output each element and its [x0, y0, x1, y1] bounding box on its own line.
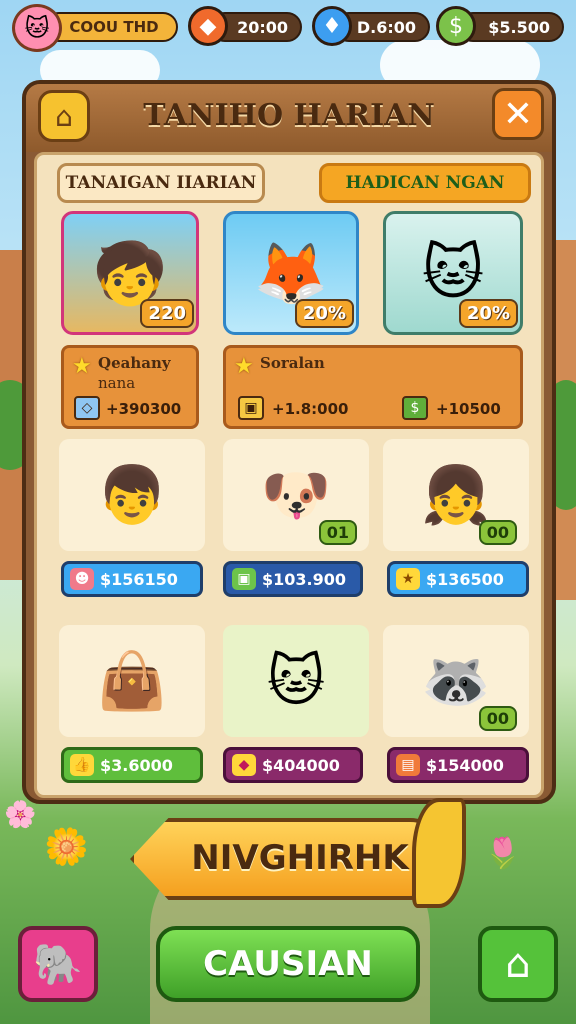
cash-icon: $ — [436, 6, 476, 46]
star-icon: ★ — [234, 354, 254, 379]
face-icon: ☻ — [70, 568, 94, 590]
panel-body: TANAIGAN IIARIAN HADICAN NGAN 🧒 220 🦊 20… — [34, 152, 544, 798]
fire-gem-icon: ◆ — [188, 6, 228, 46]
flower-icon: 🌼 — [44, 827, 89, 868]
coin-badge: 00 — [478, 520, 517, 545]
item-card-dog[interactable]: 🐶 01 — [223, 439, 369, 551]
top-bar: 🐱 COOU THD ◆ 20:00 ♦ D.6:00 $ $5.500 — [0, 0, 576, 56]
coin-badge: 00 — [478, 706, 517, 731]
price-button[interactable]: ☻ $156150 — [61, 561, 203, 597]
info-value-a: +1.8:000 — [272, 400, 349, 418]
featured-card-cat[interactable]: 🐱 20% — [383, 211, 523, 335]
price-label: $136500 — [426, 569, 504, 589]
crate-icon: ▣ — [232, 568, 256, 590]
price-button[interactable]: ◆ $404000 — [223, 747, 363, 783]
house-icon: ⌂ — [38, 90, 90, 142]
price-label: $154000 — [426, 755, 504, 775]
price-button[interactable]: ★ $136500 — [387, 561, 529, 597]
pets-button[interactable]: 🐘 — [18, 926, 98, 1002]
price-button[interactable]: 👍 $3.6000 — [61, 747, 203, 783]
info-value-b: +10500 — [436, 400, 501, 418]
flower-icon: 🌸 — [4, 800, 37, 830]
close-button[interactable]: ✕ — [492, 88, 544, 140]
star-icon: ★ — [72, 354, 92, 379]
featured-badge: 20% — [458, 299, 518, 328]
coin-badge: 01 — [318, 520, 357, 545]
info-subtitle: nana — [98, 374, 136, 392]
home-button[interactable]: ⌂ — [478, 926, 558, 1002]
flower-icon: 🌷 — [484, 836, 522, 871]
gift-icon: ▤ — [396, 754, 420, 776]
panel-title: TANIHO HARIAN — [143, 98, 435, 133]
gem-icon: ◆ — [232, 754, 256, 776]
item-card-boy[interactable]: 👦 — [59, 439, 205, 551]
item-card-raccoon[interactable]: 🦝 00 — [383, 625, 529, 737]
tab-special[interactable]: HADICAN NGAN — [319, 163, 531, 203]
star-icon: ★ — [396, 568, 420, 590]
price-label: $156150 — [100, 569, 178, 589]
main-action-button[interactable]: CAUSIAN — [156, 926, 420, 1002]
daily-shop-panel: ⌂ TANIHO HARIAN ✕ TANAIGAN IIARIAN HADIC… — [22, 80, 556, 804]
player-name: COOU THD — [44, 12, 178, 42]
price-label: $404000 — [262, 755, 340, 775]
tab-daily[interactable]: TANAIGAN IIARIAN — [57, 163, 265, 203]
cash-stack-icon: $ — [402, 396, 428, 420]
featured-card-fox[interactable]: 🦊 20% — [223, 211, 359, 335]
panel-header: ⌂ TANIHO HARIAN ✕ — [26, 84, 552, 152]
crate-icon: ▣ — [238, 396, 264, 420]
thumbs-up-icon: 👍 — [70, 754, 94, 776]
elephant-icon: 🐘 — [33, 941, 83, 988]
diamond-icon: ◇ — [74, 396, 100, 420]
home-icon: ⌂ — [505, 941, 531, 987]
info-title: Soralan — [260, 354, 325, 372]
price-button[interactable]: ▤ $154000 — [387, 747, 529, 783]
info-title: Qeahany — [98, 354, 171, 372]
info-value: +390300 — [106, 400, 182, 418]
item-card-bag[interactable]: 👜 — [59, 625, 205, 737]
item-card-catgirl[interactable]: 👧 00 — [383, 439, 529, 551]
price-label: $103.900 — [262, 569, 347, 589]
info-box-right: ★ Soralan ▣ +1.8:000 $ +10500 — [223, 345, 523, 429]
player-avatar[interactable]: 🐱 — [12, 4, 62, 52]
item-card-cat[interactable]: 🐱 — [223, 625, 369, 737]
featured-badge: 20% — [294, 299, 354, 328]
info-box-left: ★ Qeahany nana ◇ +390300 — [61, 345, 199, 429]
blue-gem-icon: ♦ — [312, 6, 352, 46]
price-button[interactable]: ▣ $103.900 — [223, 561, 363, 597]
price-label: $3.6000 — [100, 755, 173, 775]
featured-badge: 220 — [140, 299, 194, 328]
featured-card-boy[interactable]: 🧒 220 — [61, 211, 199, 335]
banner-label: NIVGHIRHK — [191, 838, 409, 878]
